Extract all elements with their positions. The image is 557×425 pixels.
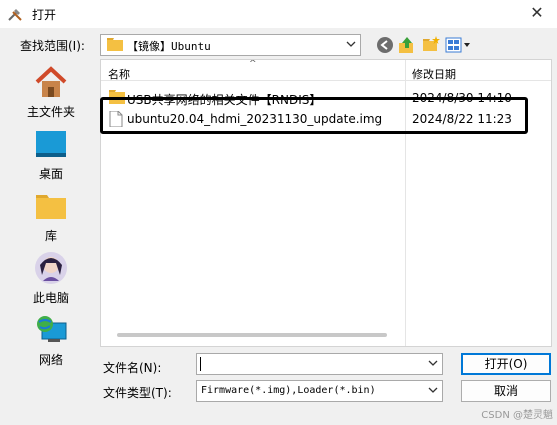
new-folder-icon[interactable] — [421, 35, 441, 55]
chevron-down-icon — [428, 387, 438, 393]
file-date-cell: 2024/8/30 14:10 — [412, 91, 512, 105]
file-name-cell: USB共享网络的相关文件【RNDIS】 — [127, 93, 322, 107]
close-icon: ✕ — [530, 3, 544, 22]
file-type-value: Firmware(*.img),Loader(*.bin) — [201, 385, 376, 396]
library-folder-icon — [36, 195, 66, 219]
place-library[interactable]: 库 — [7, 187, 95, 247]
file-name-label: 文件名(N): — [103, 361, 162, 375]
close-button[interactable]: ✕ — [525, 2, 549, 24]
home-icon — [35, 66, 67, 97]
file-list-header: ^ 名称 修改日期 — [101, 59, 551, 346]
file-icon — [109, 111, 123, 127]
column-name[interactable]: 名称 — [108, 66, 130, 82]
place-desktop[interactable]: 桌面 — [7, 125, 95, 185]
network-globe-icon — [37, 316, 67, 342]
look-in-label: 查找范围(I): — [20, 39, 85, 53]
title-bar: 打开 ✕ — [0, 0, 557, 28]
list-item[interactable]: USB共享网络的相关文件【RNDIS】 2024/8/30 14:10 — [101, 88, 551, 108]
file-type-label: 文件类型(T): — [103, 386, 172, 400]
folder-icon — [109, 90, 125, 104]
avatar — [35, 252, 67, 284]
back-icon[interactable] — [375, 35, 395, 55]
chevron-down-icon — [346, 41, 356, 47]
sort-ascending-icon: ^ — [249, 59, 257, 69]
file-date-cell: 2024/8/22 11:23 — [412, 112, 512, 126]
place-network[interactable]: 网络 — [7, 311, 95, 371]
list-item[interactable]: ubuntu20.04_hdmi_20231130_update.img 202… — [101, 109, 551, 129]
place-label: 桌面 — [38, 167, 63, 181]
cancel-button[interactable]: 取消 — [461, 380, 551, 402]
text-caret — [200, 357, 201, 371]
chevron-down-icon[interactable] — [426, 356, 440, 370]
tools-icon — [8, 9, 22, 21]
place-label: 此电脑 — [32, 291, 69, 305]
place-label: 库 — [44, 229, 57, 243]
places-sidebar: 主文件夹 桌面 库 此电脑 网络 — [7, 59, 95, 385]
file-type-select[interactable]: Firmware(*.img),Loader(*.bin) — [196, 380, 443, 402]
file-name-cell: ubuntu20.04_hdmi_20231130_update.img — [127, 112, 383, 126]
watermark: CSDN @楚灵魈 — [481, 410, 553, 421]
look-in-combo[interactable]: 【镜像】Ubuntu — [100, 34, 361, 56]
horizontal-scrollbar[interactable] — [117, 333, 387, 337]
look-in-path: 【镜像】Ubuntu — [127, 40, 211, 53]
window-title: 打开 — [32, 8, 57, 22]
desktop-icon — [36, 131, 66, 157]
folder-icon — [107, 38, 123, 51]
view-menu-icon[interactable] — [445, 35, 473, 55]
file-list[interactable]: ^ 名称 修改日期 USB共享网络的相关文件【RNDIS】 2024/8/30 … — [100, 59, 552, 347]
column-modified[interactable]: 修改日期 — [412, 66, 456, 82]
up-folder-icon[interactable] — [397, 35, 417, 55]
place-label: 网络 — [38, 353, 63, 367]
open-button[interactable]: 打开(O) — [461, 353, 551, 375]
file-name-field[interactable] — [196, 353, 443, 375]
place-home[interactable]: 主文件夹 — [7, 63, 95, 123]
place-this-pc[interactable]: 此电脑 — [7, 249, 95, 309]
place-label: 主文件夹 — [26, 105, 75, 119]
